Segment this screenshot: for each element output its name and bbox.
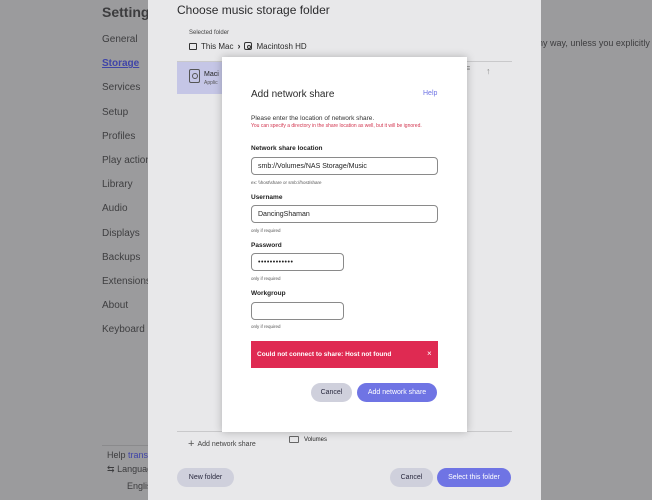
workgroup-input[interactable] [251,302,344,320]
language-icon: ⇆ [107,464,115,474]
folder-icon [289,436,299,443]
help-label: Help [107,450,126,460]
breadcrumb: This Mac › Macintosh HD [189,41,307,51]
computer-icon [189,42,197,50]
hard-drive-icon [189,69,200,83]
breadcrumb-macintosh-hd[interactable]: Macintosh HD [256,42,306,51]
password-hint: only if required [251,276,281,281]
sort-arrow-up-icon[interactable]: ↑ [486,66,491,76]
username-input[interactable]: DancingShaman [251,205,438,223]
plus-icon: + [188,438,195,450]
list-item-subtitle: Applic [204,80,218,86]
modal-cancel-button[interactable]: Cancel [311,383,352,402]
volumes-label: Volumes [304,436,328,443]
network-share-location-input[interactable]: smb://Volumes/NAS Storage/Music [251,157,438,175]
cancel-button[interactable]: Cancel [390,468,433,487]
modal-warning-note: You can specify a directory in the share… [251,123,422,129]
volumes-folder[interactable]: Volumes [289,436,327,443]
workgroup-hint: only if required [251,324,281,329]
sidebar-divider [102,445,148,446]
help-link[interactable]: Help [423,90,437,97]
location-hint: ex: \\host\share or smb://host/share [251,180,322,185]
location-label: Network share location [251,145,323,152]
storage-description-text: ny way, unless you explicitly [538,38,650,48]
username-hint: only if required [251,228,281,233]
add-network-share-label: Add network share [197,440,256,448]
select-folder-button[interactable]: Select this folder [437,468,511,487]
modal-description: Please enter the location of network sha… [251,115,375,122]
username-label: Username [251,194,283,201]
add-network-share-button[interactable]: Add network share [357,383,437,402]
chevron-right-icon: › [237,41,241,51]
password-label: Password [251,242,282,249]
modal-title: Add network share [251,89,335,100]
add-network-share-link[interactable]: + Add network share [188,438,256,450]
selected-folder-label: Selected folder [189,30,230,36]
add-network-share-modal: Add network share Help Please enter the … [222,57,467,432]
new-folder-button[interactable]: New folder [177,468,234,487]
list-item-selected[interactable] [177,62,224,94]
close-icon[interactable]: × [427,349,432,358]
list-item-name: Maci [204,71,219,78]
error-message: Could not connect to share: Host not fou… [257,351,392,358]
breadcrumb-this-mac[interactable]: This Mac [201,42,233,51]
language-row: ⇆ Languag [107,464,152,475]
workgroup-label: Workgroup [251,290,286,297]
dialog-title: Choose music storage folder [177,3,330,17]
language-label: Languag [117,464,153,474]
hard-drive-icon [244,42,253,50]
error-banner: Could not connect to share: Host not fou… [251,341,438,368]
password-input[interactable]: •••••••••••• [251,253,344,271]
